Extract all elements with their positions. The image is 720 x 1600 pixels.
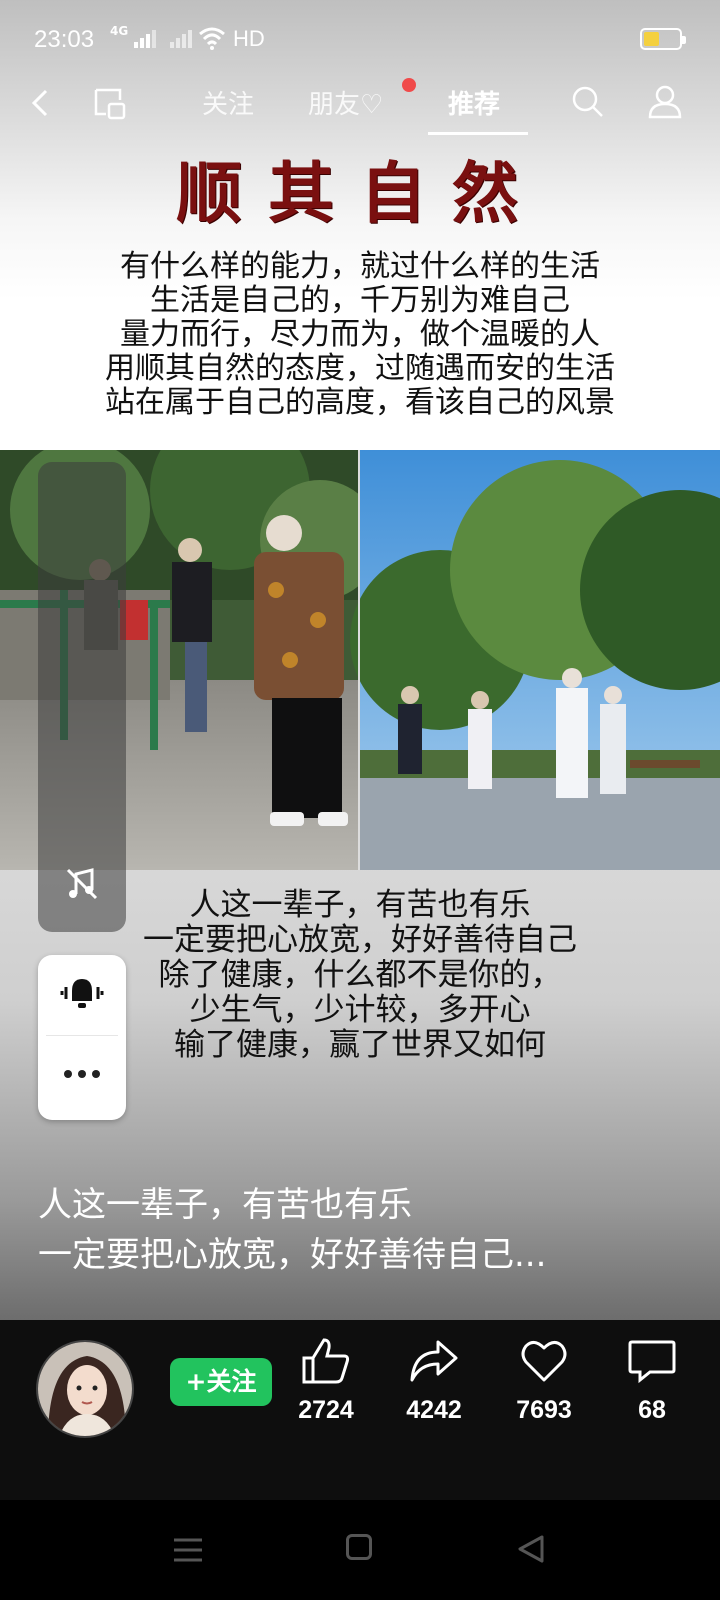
music-panel — [38, 462, 126, 932]
author-avatar[interactable] — [36, 1340, 134, 1438]
heart-icon — [521, 1341, 567, 1382]
top-line: 量力而行，尽力而为，做个温暖的人 — [120, 317, 600, 352]
hd-indicator: HD — [233, 26, 265, 51]
caption-line: 人这一辈子，有苦也有乐 — [38, 1185, 412, 1225]
pip-window-icon[interactable] — [92, 86, 128, 122]
top-line: 站在属于自己的高度，看该自己的风景 — [105, 385, 615, 420]
top-text-block: 有什么样的能力，就过什么样的生活 生活是自己的，千万别为难自己 量力而行，尽力而… — [0, 250, 720, 420]
caption-line: 一定要把心放宽，好好善待自己... — [38, 1235, 547, 1275]
comment-bubble-icon — [628, 1340, 676, 1384]
back-arrow-icon[interactable] — [26, 88, 56, 118]
action-bar: +关注 2724 4242 7693 68 — [0, 1320, 720, 1500]
comment-count: 68 — [638, 1396, 666, 1424]
more-options-icon[interactable] — [64, 1070, 100, 1078]
post-title: 顺其自然 — [176, 154, 544, 232]
like-count: 2724 — [298, 1396, 354, 1424]
tab-friends[interactable]: 朋友♡ — [308, 84, 383, 121]
video-screen[interactable]: 23:03 4G HD 关注 朋友♡ 推荐 顺其自然 有什么样的能力，就过什么样… — [0, 0, 720, 1320]
top-line: 用顺其自然的态度，过随遇而安的生活 — [105, 351, 615, 386]
comment-button[interactable]: 68 — [602, 1336, 702, 1425]
tab-follow[interactable]: 关注 — [202, 84, 254, 121]
home-icon[interactable] — [346, 1534, 372, 1560]
network-label: 4G — [110, 24, 129, 38]
recent-apps-icon[interactable] — [172, 1536, 204, 1564]
post-caption[interactable]: 人这一辈子，有苦也有乐 一定要把心放宽，好好善待自己... — [38, 1180, 546, 1280]
music-off-icon[interactable] — [64, 866, 100, 902]
thumbs-up-icon — [302, 1338, 350, 1384]
top-line: 生活是自己的，千万别为难自己 — [150, 283, 570, 318]
system-back-icon[interactable] — [516, 1534, 546, 1564]
profile-icon[interactable] — [646, 82, 684, 120]
wifi-icon — [199, 27, 225, 50]
card-divider — [46, 1035, 118, 1036]
tab-recommend[interactable]: 推荐 — [448, 84, 500, 121]
follow-button[interactable]: +关注 — [170, 1358, 272, 1406]
signal-icon: 4G — [110, 24, 193, 48]
search-icon[interactable] — [570, 84, 606, 120]
status-time: 23:03 — [34, 26, 95, 53]
share-arrow-icon — [410, 1340, 458, 1382]
favorite-button[interactable]: 7693 — [494, 1336, 594, 1425]
active-tab-indicator — [428, 132, 528, 135]
bell-icon[interactable] — [58, 973, 106, 1017]
notification-dot — [402, 78, 416, 92]
like-button[interactable]: 2724 — [276, 1336, 376, 1425]
favorite-count: 7693 — [516, 1396, 572, 1424]
battery-level — [644, 32, 660, 46]
share-count: 4242 — [406, 1396, 462, 1424]
top-line: 有什么样的能力，就过什么样的生活 — [120, 249, 600, 284]
top-nav: 关注 朋友♡ 推荐 — [0, 70, 720, 140]
system-nav-bar — [0, 1500, 720, 1600]
battery-icon — [640, 28, 686, 50]
side-action-card — [38, 955, 126, 1120]
status-bar: 23:03 4G HD — [0, 0, 720, 80]
share-button[interactable]: 4242 — [384, 1336, 484, 1425]
